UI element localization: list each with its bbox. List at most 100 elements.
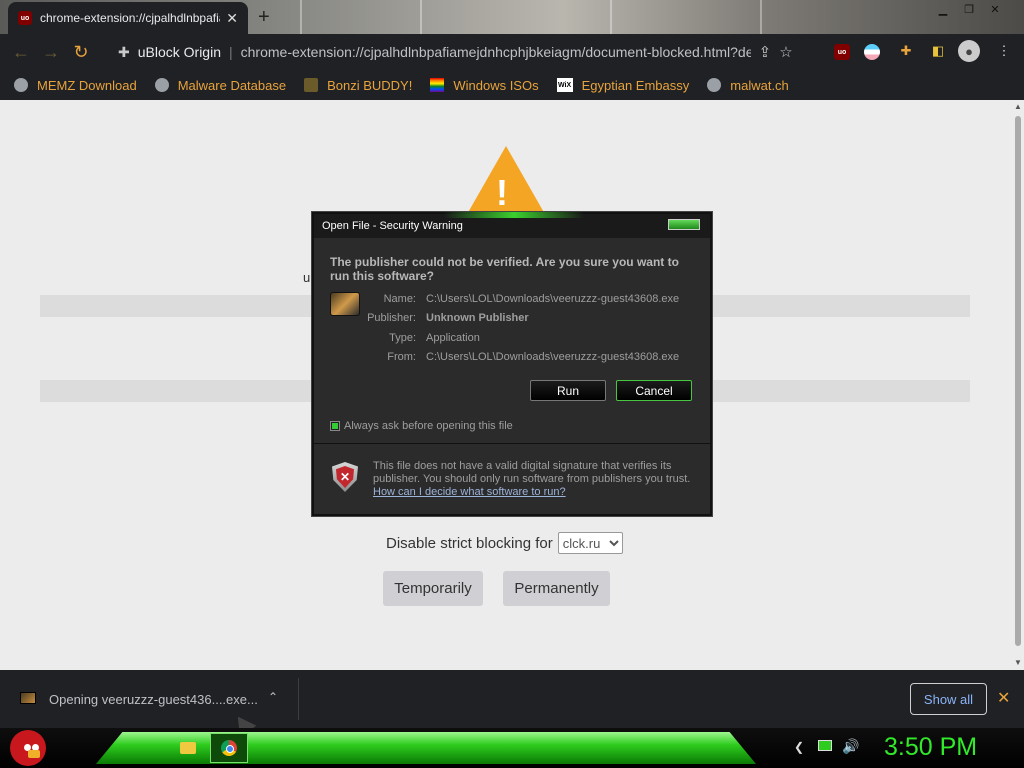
chevron-up-icon[interactable]: ⌃ <box>268 690 278 704</box>
detail-key: Type: <box>389 331 416 344</box>
tab-title: chrome-extension://cjpalhdlnbpafiamejdnh… <box>40 11 220 25</box>
bookmark-label: malwat.ch <box>730 77 789 93</box>
bookmark-label: Egyptian Embassy <box>581 77 690 93</box>
start-button-bird-icon[interactable] <box>10 730 46 766</box>
omnibox-separator: | <box>229 44 233 60</box>
show-all-button[interactable]: Show all <box>910 683 987 715</box>
side-panel-icon[interactable]: ◧ <box>928 41 948 61</box>
ublock-extension-icon[interactable]: uo <box>834 44 850 60</box>
omnibox-url: chrome-extension://cjpalhdlnbpafiamejdnh… <box>240 44 751 60</box>
detail-key: Publisher: <box>367 312 416 325</box>
rainbow-flag-icon <box>430 78 445 92</box>
maximize-icon[interactable]: ❐ <box>956 0 982 18</box>
detail-key: Name: <box>383 292 416 305</box>
bookmark-malwatch[interactable]: malwat.ch <box>707 78 789 93</box>
decor-streak <box>760 0 762 34</box>
security-warning-dialog: Open File - Security Warning The publish… <box>312 212 712 516</box>
page-scrollbar[interactable]: ▲ ▼ <box>1012 100 1024 670</box>
detail-row-type: Type: Application <box>360 328 679 348</box>
dialog-question: The publisher could not be verified. Are… <box>330 255 679 283</box>
detail-value: C:\Users\LOL\Downloads\veeruzzz-guest436… <box>426 292 680 305</box>
window-controls: ▁ ❐ ✕ <box>930 0 1008 20</box>
taskbar: ❮ 🔊 3:50 PM <box>0 728 1024 768</box>
scroll-up-icon[interactable]: ▲ <box>1014 102 1022 111</box>
wix-icon: WiX <box>556 78 573 92</box>
scrollbar-thumb[interactable] <box>1015 116 1021 646</box>
file-details: Name: C:\Users\LOL\Downloads\veeruzzz-gue… <box>360 289 679 367</box>
profile-avatar-icon[interactable]: ● <box>958 40 980 62</box>
globe-icon <box>707 78 722 92</box>
cancel-button[interactable]: Cancel <box>616 380 692 401</box>
bookmark-bonzi[interactable]: Bonzi BUDDY! <box>304 78 412 93</box>
address-bar[interactable]: ✚ uBlock Origin | chrome-extension://cjp… <box>108 38 818 66</box>
always-ask-label: Always ask before opening this file <box>344 420 513 432</box>
ublock-favicon-icon: uo <box>18 11 32 25</box>
signature-info: This file does not have a valid digital … <box>373 460 693 499</box>
menu-kebab-icon[interactable]: ⋮ <box>994 41 1014 61</box>
extension-flag-icon[interactable] <box>864 44 880 60</box>
minimize-icon[interactable]: ▁ <box>930 0 956 18</box>
extensions-puzzle-icon[interactable]: ✚ <box>896 41 916 61</box>
always-ask-checkbox[interactable] <box>330 421 340 431</box>
share-icon[interactable]: ⇪ <box>759 43 772 61</box>
executable-file-icon <box>330 292 360 316</box>
scroll-down-icon[interactable]: ▼ <box>1014 658 1022 667</box>
bookmark-windows-isos[interactable]: Windows ISOs <box>430 77 539 93</box>
bonzi-icon <box>304 78 319 92</box>
taskbar-chrome-button[interactable] <box>210 733 248 763</box>
bookmark-label: MEMZ Download <box>37 77 137 93</box>
browser-tab[interactable]: uo chrome-extension://cjpalhdlnbpafiamej… <box>8 2 248 34</box>
back-arrow-icon[interactable]: ← <box>6 37 36 67</box>
dialog-glow <box>444 212 584 218</box>
tab-close-icon[interactable]: ✕ <box>226 10 238 27</box>
warning-exclamation: ! <box>496 172 508 213</box>
run-button[interactable]: Run <box>530 380 606 401</box>
dialog-close-button[interactable] <box>668 219 700 230</box>
bookmark-label: Windows ISOs <box>453 77 539 93</box>
download-item-text[interactable]: Opening veeruzzz-guest436....exe... <box>49 692 258 707</box>
network-icon[interactable] <box>818 740 832 754</box>
bookmark-egyptian-embassy[interactable]: WiX Egyptian Embassy <box>556 77 690 93</box>
tray-overflow-icon[interactable]: ❮ <box>794 740 804 754</box>
new-tab-icon[interactable]: + <box>258 6 270 29</box>
help-link[interactable]: How can I decide what software to run? <box>373 486 693 499</box>
bookmark-label: Bonzi BUDDY! <box>327 77 413 93</box>
detail-row-publisher: Publisher: Unknown Publisher <box>360 309 679 329</box>
checkmark-icon <box>332 423 338 429</box>
detail-value: C:\Users\LOL\Downloads\veeruzzz-guest436… <box>426 351 680 364</box>
permanently-button[interactable]: Permanently <box>503 571 610 606</box>
detail-row-name: Name: C:\Users\LOL\Downloads\veeruzzz-gue… <box>360 289 680 309</box>
bookmark-memz[interactable]: MEMZ Download <box>14 78 137 93</box>
dialog-title: Open File - Security Warning <box>322 220 463 232</box>
bird-beak <box>28 750 40 758</box>
chrome-icon <box>221 740 237 756</box>
shelf-divider <box>298 678 299 720</box>
file-explorer-icon[interactable] <box>180 742 196 754</box>
download-file-icon <box>20 692 36 704</box>
forward-arrow-icon[interactable]: → <box>36 37 66 67</box>
tab-strip: uo chrome-extension://cjpalhdlnbpafiamej… <box>0 0 1024 34</box>
bookmark-star-icon[interactable]: ☆ <box>779 43 792 61</box>
reload-icon[interactable]: ↻ <box>66 37 96 67</box>
bookmark-label: Malware Database <box>177 77 287 93</box>
dialog-divider <box>314 443 710 444</box>
detail-value: Application <box>426 331 480 344</box>
bookmark-malware-db[interactable]: Malware Database <box>154 77 287 93</box>
signature-info-text: This file does not have a valid digital … <box>373 460 691 485</box>
temporarily-button[interactable]: Temporarily <box>383 571 483 606</box>
window-close-icon[interactable]: ✕ <box>982 0 1008 18</box>
partial-text: u <box>303 270 311 285</box>
always-ask-checkbox-row[interactable]: Always ask before opening this file <box>330 420 513 432</box>
volume-icon[interactable]: 🔊 <box>842 738 859 755</box>
shelf-close-icon[interactable]: ✕ <box>997 688 1010 708</box>
decor-streak <box>420 0 422 34</box>
extension-puzzle-icon: ✚ <box>118 43 130 60</box>
decor-streak <box>610 0 612 34</box>
taskbar-clock[interactable]: 3:50 PM <box>884 733 977 762</box>
omnibox-site-name: uBlock Origin <box>137 44 221 60</box>
disable-strict-label: Disable strict blocking for <box>386 534 553 552</box>
detail-row-from: From: C:\Users\LOL\Downloads\veeruzzz-gue… <box>360 348 679 368</box>
domain-select[interactable]: clck.ru <box>557 532 623 554</box>
bookmarks-bar: MEMZ Download Malware Database Bonzi BUD… <box>0 70 1024 100</box>
download-shelf: Opening veeruzzz-guest436....exe... ⌃ Sh… <box>0 670 1024 728</box>
